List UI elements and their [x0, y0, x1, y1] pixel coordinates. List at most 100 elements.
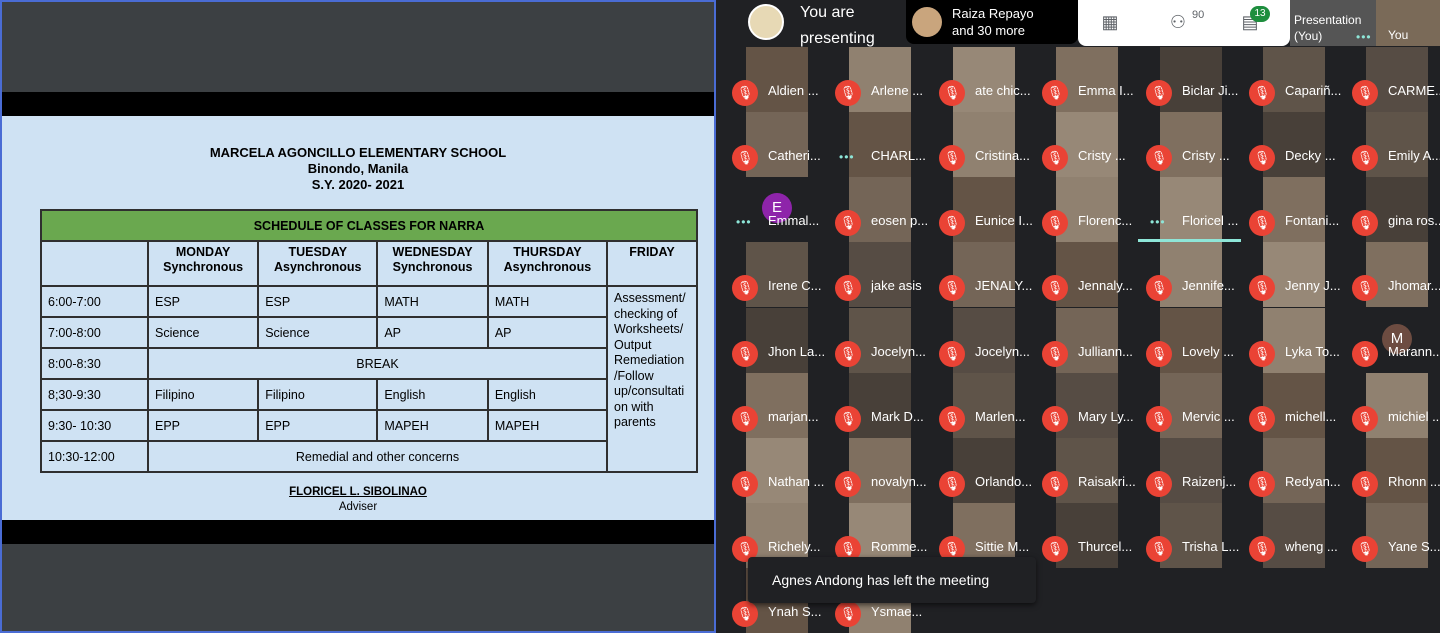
- participant-tile[interactable]: 🎙 Thurcel...: [1034, 503, 1137, 568]
- participant-tile[interactable]: ••• CHARL...: [827, 112, 930, 177]
- participant-tile[interactable]: 🎙 Catheri...: [724, 112, 827, 177]
- grid-layout-icon[interactable]: ▦: [1096, 10, 1124, 34]
- mic-off-icon: 🎙: [1042, 145, 1068, 171]
- participant-name: JENALY...: [975, 278, 1033, 293]
- participant-tile[interactable]: 🎙 Florenc...: [1034, 177, 1137, 242]
- participant-tile[interactable]: 🎙 Jennife...: [1138, 242, 1241, 307]
- participant-tile[interactable]: 🎙 michiel ...: [1344, 373, 1440, 438]
- speaking-dots-icon: •••: [839, 150, 855, 164]
- participant-tile[interactable]: 🎙 Jocelyn...: [827, 308, 930, 373]
- participant-tile[interactable]: 🎙 Raizenj...: [1138, 438, 1241, 503]
- participant-tile[interactable]: 🎙 Julliann...: [1034, 308, 1137, 373]
- participant-video: [1056, 177, 1118, 242]
- participant-tile[interactable]: 🎙 Nathan ...: [724, 438, 827, 503]
- participant-tile[interactable]: 🎙 Eunice I...: [931, 177, 1034, 242]
- participant-tile[interactable]: 🎙 ate chic...: [931, 47, 1034, 112]
- participant-tile[interactable]: 🎙 Jennaly...: [1034, 242, 1137, 307]
- letterbox-bottom: [2, 520, 714, 544]
- participant-video: [1366, 47, 1428, 112]
- participant-tile[interactable]: 🎙 Emily A...: [1344, 112, 1440, 177]
- participant-tile[interactable]: 🎙 Jhomar...: [1344, 242, 1440, 307]
- participant-tile[interactable]: E ••• Emmal...: [724, 177, 827, 242]
- participant-tile[interactable]: 🎙 Lovely ...: [1138, 308, 1241, 373]
- participant-tile[interactable]: 🎙 michell...: [1241, 373, 1344, 438]
- participant-video: [849, 47, 911, 112]
- participant-tile[interactable]: 🎙 eosen p...: [827, 177, 930, 242]
- participant-tile[interactable]: 🎙 Cristy ...: [1138, 112, 1241, 177]
- subject-cell: EPP: [257, 409, 379, 442]
- subject-cell: Science: [257, 316, 379, 349]
- day-name: THURSDAY: [513, 245, 582, 259]
- participant-name: Emily A...: [1388, 148, 1440, 163]
- participant-tile[interactable]: 🎙 Emma I...: [1034, 47, 1137, 112]
- participant-tile[interactable]: 🎙 Jenny J...: [1241, 242, 1344, 307]
- participant-name: Arlene ...: [871, 83, 924, 98]
- participant-tile[interactable]: 🎙 Yane S...: [1344, 503, 1440, 568]
- mic-off-icon: 🎙: [1042, 341, 1068, 367]
- participant-tile[interactable]: 🎙 Marlen...: [931, 373, 1034, 438]
- subject-cell: MAPEH: [486, 409, 609, 442]
- participant-name: Jhomar...: [1388, 278, 1440, 293]
- speaking-dots-icon: •••: [1150, 215, 1166, 229]
- participant-tile[interactable]: 🎙 Rhonn ...: [1344, 438, 1440, 503]
- mic-off-icon: 🎙: [835, 406, 861, 432]
- participant-tile[interactable]: 🎙 novalyn...: [827, 438, 930, 503]
- mic-off-icon: 🎙: [1352, 471, 1378, 497]
- school-header: MARCELA AGONCILLO ELEMENTARY SCHOOL Bino…: [2, 145, 714, 193]
- participant-tile[interactable]: 🎙 Fontani...: [1241, 177, 1344, 242]
- participant-tile[interactable]: 🎙 Orlando...: [931, 438, 1034, 503]
- participant-tile[interactable]: 🎙 Mary Ly...: [1034, 373, 1137, 438]
- participant-tile[interactable]: M 🎙 Marann...: [1344, 308, 1440, 373]
- mic-off-icon: 🎙: [835, 275, 861, 301]
- participant-video: [1263, 242, 1325, 307]
- participant-name: Orlando...: [975, 474, 1033, 489]
- participant-tile[interactable]: 🎙 jake asis: [827, 242, 930, 307]
- self-thumbnail[interactable]: ••• You: [1356, 0, 1440, 46]
- participant-name: Richely...: [768, 539, 821, 554]
- participant-tile[interactable]: 🎙 Trisha L...: [1138, 503, 1241, 568]
- participant-tile[interactable]: 🎙 Jhon La...: [724, 308, 827, 373]
- participant-tile[interactable]: 🎙 gina ros...: [1344, 177, 1440, 242]
- participant-tile[interactable]: 🎙 Raisakri...: [1034, 438, 1137, 503]
- participant-name: Cristy ...: [1078, 148, 1126, 163]
- people-icon[interactable]: ⚇: [1164, 10, 1192, 34]
- participant-tile[interactable]: 🎙 JENALY...: [931, 242, 1034, 307]
- participant-tile[interactable]: 🎙 Redyan...: [1241, 438, 1344, 503]
- participant-tile[interactable]: 🎙 wheng ...: [1241, 503, 1344, 568]
- mic-off-icon: 🎙: [1249, 80, 1275, 106]
- participant-name: Decky ...: [1285, 148, 1336, 163]
- subject-cell: MATH: [376, 285, 489, 318]
- participant-tile[interactable]: 🎙 Decky ...: [1241, 112, 1344, 177]
- participant-name: marjan...: [768, 409, 819, 424]
- participant-tile[interactable]: 🎙 Arlene ...: [827, 47, 930, 112]
- participant-tile[interactable]: 🎙 Cristy ...: [1034, 112, 1137, 177]
- participant-tile[interactable]: 🎙 Capariñ...: [1241, 47, 1344, 112]
- participant-name: wheng ...: [1285, 539, 1338, 554]
- participant-name: Julliann...: [1078, 344, 1133, 359]
- participant-tile[interactable]: 🎙 CARME...: [1344, 47, 1440, 112]
- mic-off-icon: 🎙: [835, 341, 861, 367]
- participant-tile[interactable]: ••• Floricel ...: [1138, 177, 1241, 242]
- mic-off-icon: 🎙: [1352, 275, 1378, 301]
- span-cell: Remedial and other concerns: [147, 440, 608, 473]
- participant-tile[interactable]: 🎙 Aldien ...: [724, 47, 827, 112]
- mic-off-icon: 🎙: [732, 601, 758, 627]
- participant-video: [1160, 242, 1222, 307]
- participant-video: [1366, 503, 1428, 568]
- speaker-summary[interactable]: Raiza Repayo and 30 more: [906, 0, 1078, 44]
- participant-tile[interactable]: 🎙 marjan...: [724, 373, 827, 438]
- participant-video: [1056, 308, 1118, 373]
- participant-tile[interactable]: 🎙 Biclar Ji...: [1138, 47, 1241, 112]
- participant-tile[interactable]: 🎙 Mervic ...: [1138, 373, 1241, 438]
- participant-video: [1160, 177, 1222, 239]
- participant-video: [1056, 242, 1118, 307]
- participant-tile[interactable]: 🎙 Cristina...: [931, 112, 1034, 177]
- participant-tile[interactable]: 🎙 Lyka To...: [1241, 308, 1344, 373]
- participant-name: Biclar Ji...: [1182, 83, 1239, 98]
- subject-cell: MAPEH: [376, 409, 489, 442]
- participant-tile[interactable]: 🎙 Jocelyn...: [931, 308, 1034, 373]
- speaker-others: and 30 more: [952, 23, 1025, 38]
- self-avatar[interactable]: [748, 4, 784, 40]
- participant-tile[interactable]: 🎙 Mark D...: [827, 373, 930, 438]
- participant-tile[interactable]: 🎙 Irene C...: [724, 242, 827, 307]
